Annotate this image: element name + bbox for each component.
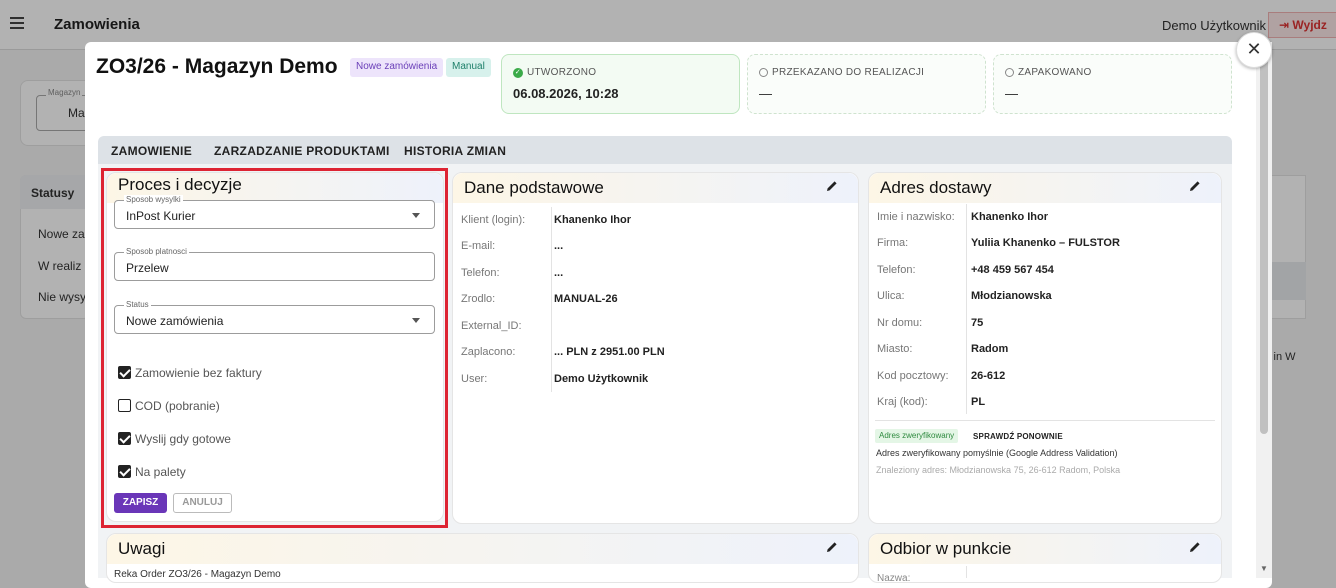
field-value: Khanenko Ihor — [971, 211, 1049, 223]
step-label: ZAPAKOWANO — [1018, 67, 1092, 78]
notes-text: Reka Order ZO3/26 - Magazyn Demo — [114, 569, 281, 580]
verification-message: Adres zweryfikowany pomyślnie (Google Ad… — [876, 448, 1118, 458]
verified-badge: Adres zweryfikowany — [875, 429, 959, 443]
step-packed: ZAPAKOWANO — — [993, 54, 1232, 114]
field-value: Yuliia Khanenko – FULSTOR — [971, 237, 1120, 249]
field-key: Nazwa: — [877, 573, 911, 584]
pickup-point-title: Odbior w punkcie — [880, 539, 1012, 558]
field-value: ... PLN z 2951.00 PLN — [554, 346, 665, 358]
pencil-icon[interactable] — [825, 540, 839, 554]
field-value: 26-612 — [971, 370, 1006, 382]
field-key: Nr domu: — [877, 317, 923, 329]
field-key: External_ID: — [461, 320, 522, 332]
divider — [875, 420, 1215, 421]
tab-products[interactable]: ZARZADZANIE PRODUKTAMI — [214, 144, 390, 158]
field-key: Firma: — [877, 237, 909, 249]
field-value: Radom — [971, 343, 1009, 355]
step-value: — — [759, 86, 772, 101]
field-value: MANUAL-26 — [554, 293, 618, 305]
divider — [551, 207, 552, 392]
step-created: ✓ UTWORZONO 06.08.2026, 10:28 — [501, 54, 740, 114]
field-value: ... — [554, 240, 564, 252]
pencil-icon[interactable] — [1188, 179, 1202, 193]
order-title: ZO3/26 - Magazyn Demo — [96, 55, 338, 78]
field-value: +48 459 567 454 — [971, 264, 1054, 276]
recheck-button[interactable]: SPRAWDŹ PONOWNIE — [973, 432, 1063, 441]
highlight-frame — [101, 168, 448, 528]
status-badge: Nowe zamówienia — [350, 58, 444, 77]
field-key: Klient (login): — [461, 214, 526, 226]
step-label: UTWORZONO — [527, 67, 597, 78]
check-circle-icon: ✓ — [513, 67, 523, 78]
field-key: Imie i nazwisko: — [877, 211, 955, 223]
step-in-realization: PRZEKAZANO DO REALIZACJI — — [747, 54, 986, 114]
basic-data-title: Dane podstawowe — [464, 178, 604, 197]
tab-history[interactable]: HISTORIA ZMIAN — [404, 144, 506, 158]
field-key: Kraj (kod): — [877, 396, 928, 408]
step-value: 06.08.2026, 10:28 — [513, 86, 619, 101]
field-key: Telefon: — [877, 264, 916, 276]
scroll-down-icon[interactable]: ▼ — [1260, 564, 1268, 573]
field-key: Miasto: — [877, 343, 913, 355]
delivery-address-title: Adres dostawy — [880, 178, 992, 197]
pencil-icon[interactable] — [1188, 540, 1202, 554]
field-value: Młodzianowska — [971, 290, 1052, 302]
step-value: — — [1005, 86, 1018, 101]
field-key: User: — [461, 373, 488, 385]
step-label: PRZEKAZANO DO REALIZACJI — [772, 67, 925, 78]
source-badge: Manual — [446, 58, 491, 77]
empty-circle-icon — [1005, 68, 1014, 77]
notes-title: Uwagi — [118, 539, 166, 558]
field-value: Demo Użytkownik — [554, 373, 649, 385]
field-key: E-mail: — [461, 240, 496, 252]
found-address: Znaleziony adres: Młodzianowska 75, 26-6… — [876, 465, 1121, 475]
divider — [966, 204, 967, 414]
divider — [966, 566, 967, 578]
close-icon[interactable]: ✕ — [1236, 32, 1272, 68]
empty-circle-icon — [759, 68, 768, 77]
field-value: ... — [554, 267, 564, 279]
scrollbar-thumb[interactable] — [1260, 58, 1268, 434]
field-value: 75 — [971, 317, 984, 329]
field-key: Ulica: — [877, 290, 905, 302]
field-key: Zaplacono: — [461, 346, 516, 358]
field-value: Khanenko Ihor — [554, 214, 632, 226]
field-key: Telefon: — [461, 267, 500, 279]
pencil-icon[interactable] — [825, 179, 839, 193]
tab-order[interactable]: ZAMOWIENIE — [111, 144, 192, 158]
field-value: PL — [971, 396, 986, 408]
field-key: Zrodlo: — [461, 293, 496, 305]
field-key: Kod pocztowy: — [877, 370, 949, 382]
